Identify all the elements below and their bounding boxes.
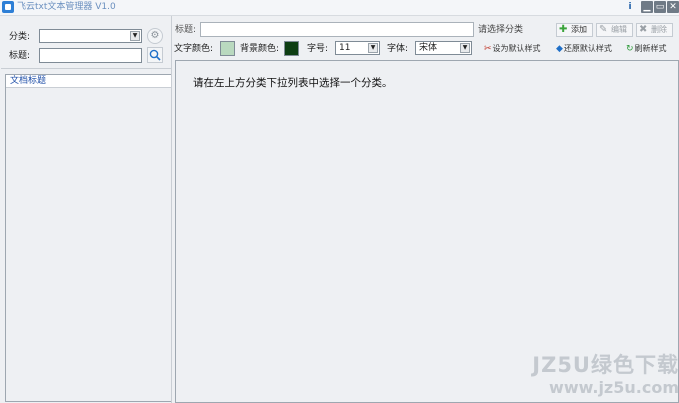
title-search-label: 标题: [9, 51, 31, 61]
font-size-select[interactable]: 11 ▼ [335, 41, 380, 55]
doc-title-label: 标题: [175, 25, 197, 35]
refresh-style-button[interactable]: ↻刷新样式 [626, 43, 667, 55]
chevron-down-icon[interactable]: ▼ [368, 43, 378, 53]
document-list[interactable]: 文档标题 [5, 74, 172, 402]
info-button[interactable]: i [624, 1, 636, 13]
font-size-label: 字号: [307, 44, 329, 54]
document-list-header[interactable]: 文档标题 [6, 75, 171, 88]
category-label: 分类: [9, 32, 31, 42]
search-button[interactable] [147, 47, 163, 63]
font-family-value: 宋体 [419, 43, 438, 53]
delete-button-label: 删除 [651, 25, 667, 34]
add-button[interactable]: ✚ 添加 [556, 23, 593, 37]
bg-color-label: 背景颜色: [240, 44, 280, 54]
category-select[interactable]: ▼ [39, 29, 142, 43]
refresh-style-label: 刷新样式 [634, 44, 667, 53]
gear-icon: ⚙ [150, 30, 160, 41]
brush-icon: ✂ [484, 44, 492, 54]
doc-title-input[interactable] [200, 22, 474, 37]
edit-button[interactable]: ✎ 编辑 [596, 23, 633, 37]
font-family-label: 字体: [387, 44, 409, 54]
font-family-select[interactable]: 宋体 ▼ [415, 41, 472, 55]
diamond-icon: ◆ [556, 44, 563, 54]
empty-state-message: 请在左上方分类下拉列表中选择一个分类。 [193, 77, 393, 89]
restore-default-style-label: 还原默认样式 [563, 44, 612, 53]
document-list-header-label: 文档标题 [10, 76, 47, 86]
background-color-swatch[interactable] [284, 41, 299, 56]
pencil-icon: ✎ [599, 24, 608, 35]
sidebar-divider [1, 68, 172, 69]
pane-splitter[interactable] [171, 16, 172, 403]
watermark-text: JZ5U绿色下载 [532, 353, 679, 377]
category-settings-button[interactable]: ⚙ [147, 28, 163, 44]
app-icon [2, 1, 14, 13]
text-color-swatch[interactable] [220, 41, 235, 56]
watermark-url: www.jz5u.com [549, 378, 679, 397]
close-button[interactable]: ✕ [667, 1, 679, 13]
edit-button-label: 编辑 [611, 25, 627, 34]
plus-icon: ✚ [559, 24, 568, 35]
delete-button[interactable]: ✖ 删除 [636, 23, 673, 37]
x-icon: ✖ [639, 24, 648, 35]
font-size-value: 11 [339, 43, 351, 53]
refresh-icon: ↻ [626, 44, 634, 54]
chevron-down-icon[interactable]: ▼ [460, 43, 470, 53]
text-color-label: 文字颜色: [174, 44, 214, 54]
title-search-input[interactable] [39, 48, 142, 63]
chevron-down-icon[interactable]: ▼ [130, 31, 140, 41]
search-icon [149, 49, 161, 61]
category-hint: 请选择分类 [478, 25, 524, 35]
set-default-style-button[interactable]: ✂设为默认样式 [484, 43, 541, 55]
document-content-area[interactable]: 请在左上方分类下拉列表中选择一个分类。 [175, 60, 679, 403]
title-bar: 飞云txt文本管理器 V1.0 i ▁ ▭ ✕ [0, 0, 679, 16]
add-button-label: 添加 [571, 25, 587, 34]
watermark: JZ5U绿色下载 www.jz5u.com [505, 353, 679, 401]
maximize-button[interactable]: ▭ [654, 1, 666, 13]
minimize-button[interactable]: ▁ [641, 1, 653, 13]
restore-default-style-button[interactable]: ◆还原默认样式 [556, 43, 612, 55]
window-title: 飞云txt文本管理器 V1.0 [17, 2, 116, 12]
set-default-style-label: 设为默认样式 [492, 44, 541, 53]
